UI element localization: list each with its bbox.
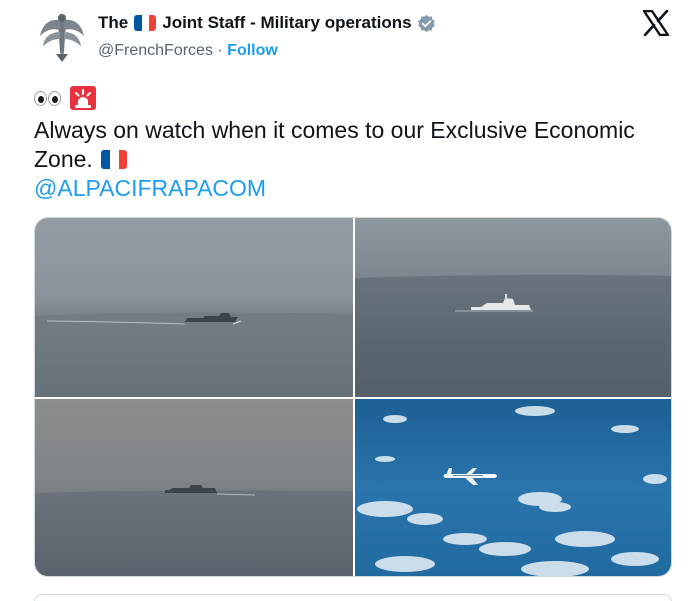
display-name[interactable]: The Joint Staff - Military operations (98, 12, 436, 34)
emoji-row (34, 84, 97, 112)
photo-aircraft-ocean[interactable] (355, 399, 671, 576)
follow-button[interactable]: Follow (227, 42, 278, 59)
tweet-text: Always on watch when it comes to our Exc… (34, 116, 684, 174)
media-grid (34, 217, 672, 577)
eyes-icon (34, 90, 61, 106)
photo-ship-haze[interactable] (35, 399, 353, 576)
mention-link[interactable]: @ALPACIFRAPACOM (34, 174, 266, 203)
tweet-embed: The Joint Staff - Military operations @F… (0, 0, 692, 601)
user-handle[interactable]: @FrenchForces (98, 42, 213, 59)
x-logo-icon[interactable] (642, 9, 670, 37)
separator: · (217, 42, 223, 59)
photo-frigate-white[interactable] (355, 218, 671, 397)
france-flag-icon (134, 15, 157, 31)
verified-badge-icon (417, 14, 435, 32)
display-name-prefix: The (98, 13, 129, 32)
rotating-light-icon (70, 86, 96, 110)
author-block: The Joint Staff - Military operations @F… (98, 12, 436, 60)
photo-warship-grey[interactable] (35, 218, 353, 397)
next-card-edge (34, 594, 672, 601)
france-flag-icon (101, 150, 128, 169)
display-name-suffix: Joint Staff - Military operations (162, 13, 412, 32)
aircraft-shape (443, 468, 497, 485)
handle-row: @FrenchForces · Follow (98, 42, 436, 60)
avatar[interactable] (34, 8, 90, 64)
